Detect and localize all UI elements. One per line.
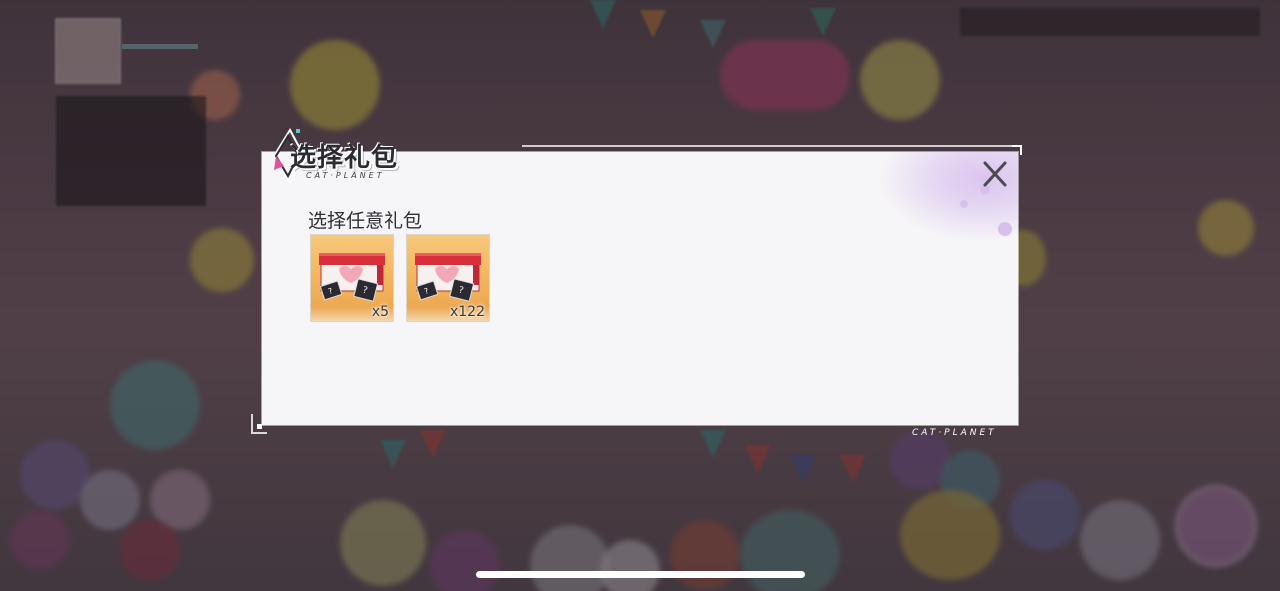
gift-pack-item[interactable]: ? ? x5 <box>310 234 394 322</box>
close-icon <box>983 161 1007 187</box>
paint-splash-dot <box>998 222 1012 236</box>
home-indicator[interactable] <box>476 571 805 578</box>
dialog-title: 选择礼包 <box>290 143 399 173</box>
frame-top-line <box>522 145 1022 147</box>
paint-splash-dot <box>960 200 968 208</box>
dialog-title-block: 选择礼包 CAT·PLANET <box>268 128 438 188</box>
section-label: 选择任意礼包 <box>308 210 423 232</box>
item-quantity: x5 <box>371 304 389 320</box>
gift-pack-item[interactable]: ? ? x122 <box>406 234 490 322</box>
brand-footer: CAT·PLANET <box>912 428 997 438</box>
dialog-title-subtitle: CAT·PLANET <box>306 171 385 180</box>
item-quantity: x122 <box>449 304 485 320</box>
close-button[interactable] <box>978 157 1012 191</box>
